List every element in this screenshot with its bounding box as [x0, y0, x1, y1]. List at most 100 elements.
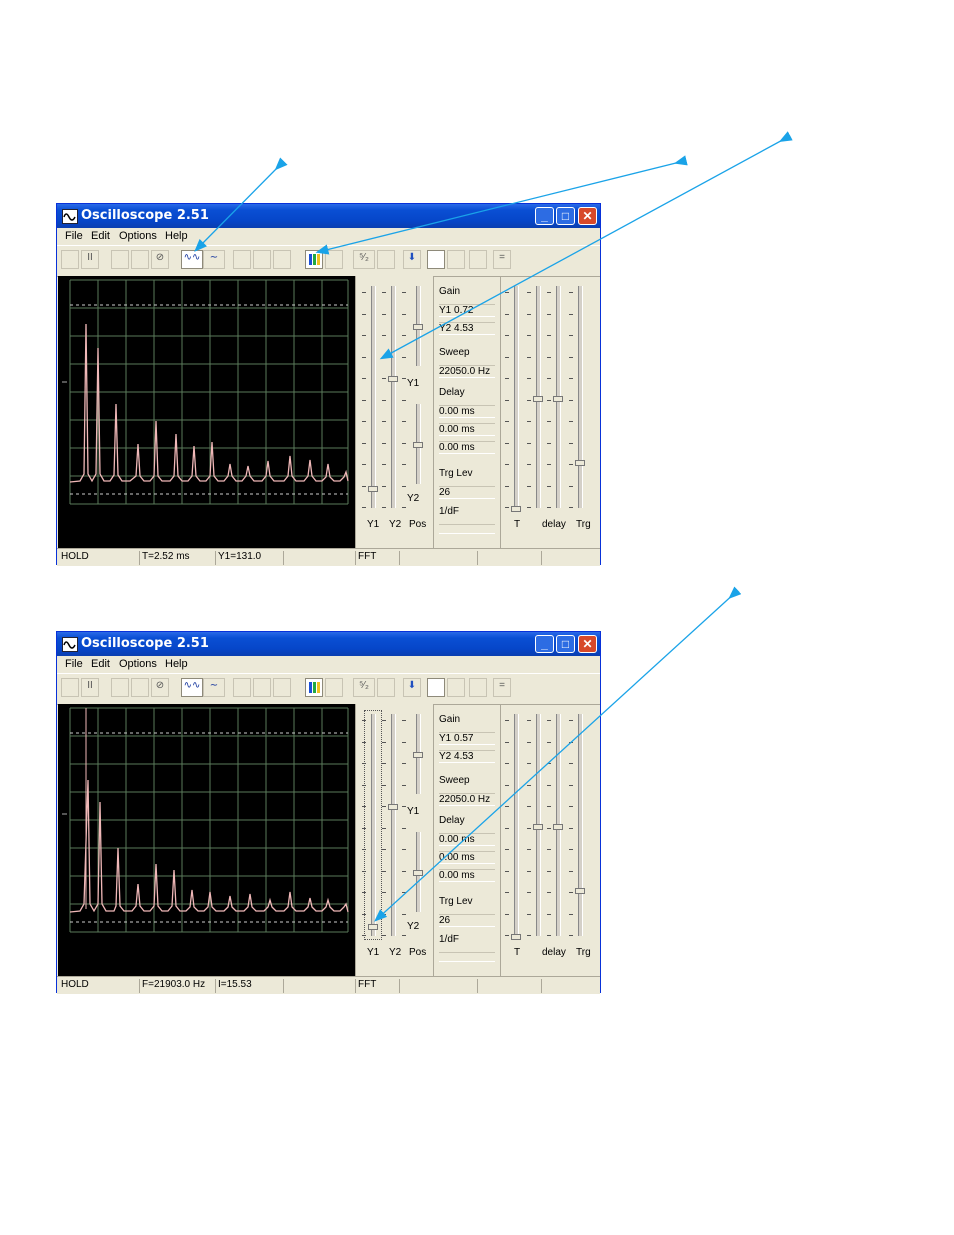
equals-button[interactable]: = — [493, 678, 511, 697]
save-button[interactable] — [253, 250, 271, 269]
delay-slider-b[interactable] — [553, 714, 563, 936]
sine-wave-button[interactable]: ∼ — [203, 678, 225, 697]
trg-thumb[interactable] — [575, 460, 585, 466]
slider-tick — [547, 399, 551, 401]
menu-edit[interactable]: Edit — [91, 230, 110, 242]
t-slider[interactable] — [511, 714, 521, 940]
channel-button[interactable] — [111, 678, 129, 697]
load-button[interactable] — [273, 678, 291, 697]
delay-thumb-b[interactable] — [553, 824, 563, 830]
run-button[interactable] — [61, 250, 79, 269]
export-button[interactable] — [469, 250, 487, 269]
hold-button[interactable] — [427, 250, 445, 269]
t-thumb[interactable] — [511, 934, 521, 940]
slider-tick — [382, 313, 386, 315]
trg-slider[interactable] — [575, 714, 585, 936]
y2-pos-slider[interactable] — [413, 832, 423, 912]
maximize-button[interactable]: □ — [556, 207, 575, 225]
measure-button[interactable]: ⁵⁄₂ — [353, 250, 375, 269]
delay-thumb-a[interactable] — [533, 824, 543, 830]
spectrum-button[interactable] — [325, 678, 343, 697]
trg-thumb[interactable] — [575, 888, 585, 894]
channel-button[interactable] — [111, 250, 129, 269]
window-title: Oscilloscope 2.51 — [81, 208, 209, 223]
t-thumb[interactable] — [511, 506, 521, 512]
trg-slider[interactable] — [575, 286, 585, 508]
y2-gain-slider[interactable] — [388, 286, 398, 508]
cursor-button[interactable] — [377, 678, 395, 697]
equals-button[interactable]: = — [493, 250, 511, 269]
slider-tick — [547, 784, 551, 786]
scope-display[interactable] — [58, 704, 355, 976]
sine-wave-button[interactable]: ∼ — [203, 250, 225, 269]
xy-button[interactable] — [131, 250, 149, 269]
reset-button[interactable]: ⊘ — [151, 250, 169, 269]
xy-button[interactable] — [131, 678, 149, 697]
y1-pos-slider[interactable] — [413, 286, 423, 366]
menu-help[interactable]: Help — [165, 658, 188, 670]
load-button[interactable] — [273, 250, 291, 269]
close-button[interactable]: ✕ — [578, 635, 597, 653]
minimize-button[interactable]: _ — [535, 635, 554, 653]
fft-wave-button[interactable]: ∿∿ — [181, 678, 203, 697]
export-button[interactable] — [469, 678, 487, 697]
y2-pos-thumb[interactable] — [413, 870, 423, 876]
status-value: I=15.53 — [215, 979, 282, 993]
hold-button[interactable] — [427, 678, 445, 697]
y2-pos-thumb[interactable] — [413, 442, 423, 448]
reset-button[interactable]: ⊘ — [151, 678, 169, 697]
t-slider[interactable] — [511, 286, 521, 512]
menu-options[interactable]: Options — [119, 230, 157, 242]
title-bar[interactable]: Oscilloscope 2.51 _ □ ✕ — [57, 204, 600, 228]
zoom-button[interactable] — [447, 678, 465, 697]
y1-gain-thumb[interactable] — [368, 924, 378, 930]
slider-tick — [547, 935, 551, 936]
scope-display[interactable] — [58, 276, 355, 548]
y1-gain-slider[interactable] — [368, 286, 378, 508]
close-button[interactable]: ✕ — [578, 207, 597, 225]
measure-button[interactable]: ⁵⁄₂ — [353, 678, 375, 697]
delay-slider-a[interactable] — [533, 286, 543, 508]
download-button[interactable]: ⬇ — [403, 250, 421, 269]
y1-gain-thumb[interactable] — [368, 486, 378, 492]
menu-options[interactable]: Options — [119, 658, 157, 670]
y1-pos-thumb[interactable] — [413, 324, 423, 330]
save-button[interactable] — [253, 678, 271, 697]
delay-thumb-b[interactable] — [553, 396, 563, 402]
gain-label: Gain — [439, 286, 461, 297]
delay-thumb-a[interactable] — [533, 396, 543, 402]
fft-wave-button[interactable]: ∿∿ — [181, 250, 203, 269]
zoom-button[interactable] — [447, 250, 465, 269]
menu-edit[interactable]: Edit — [91, 658, 110, 670]
color-bars-button[interactable] — [305, 250, 323, 269]
menu-file[interactable]: File — [65, 658, 83, 670]
slider-tick — [382, 464, 386, 465]
y1-pos-slider[interactable] — [413, 714, 423, 794]
cursor-button[interactable] — [377, 250, 395, 269]
menu-file[interactable]: File — [65, 230, 83, 242]
y1-pos-thumb[interactable] — [413, 752, 423, 758]
delay-slider-a[interactable] — [533, 714, 543, 936]
delay-slider-b[interactable] — [553, 286, 563, 508]
memory-button[interactable] — [233, 250, 251, 269]
pause-button[interactable]: II — [81, 250, 99, 269]
status-empty-4 — [541, 979, 600, 993]
y2-gain-thumb[interactable] — [388, 804, 398, 810]
title-bar[interactable]: Oscilloscope 2.51 _ □ ✕ — [57, 632, 600, 656]
spectrum-button[interactable] — [325, 250, 343, 269]
download-button[interactable]: ⬇ — [403, 678, 421, 697]
y2-gain-slider[interactable] — [388, 714, 398, 936]
trg-label: Trg — [576, 947, 591, 958]
menu-help[interactable]: Help — [165, 230, 188, 242]
pause-button[interactable]: II — [81, 678, 99, 697]
run-button[interactable] — [61, 678, 79, 697]
app-wave-icon — [62, 209, 78, 224]
memory-button[interactable] — [233, 678, 251, 697]
slider-tick — [505, 827, 509, 829]
color-bars-button[interactable] — [305, 678, 323, 697]
maximize-button[interactable]: □ — [556, 635, 575, 653]
y1-gain-slider[interactable] — [368, 714, 378, 936]
y2-pos-slider[interactable] — [413, 404, 423, 484]
minimize-button[interactable]: _ — [535, 207, 554, 225]
y2-gain-thumb[interactable] — [388, 376, 398, 382]
